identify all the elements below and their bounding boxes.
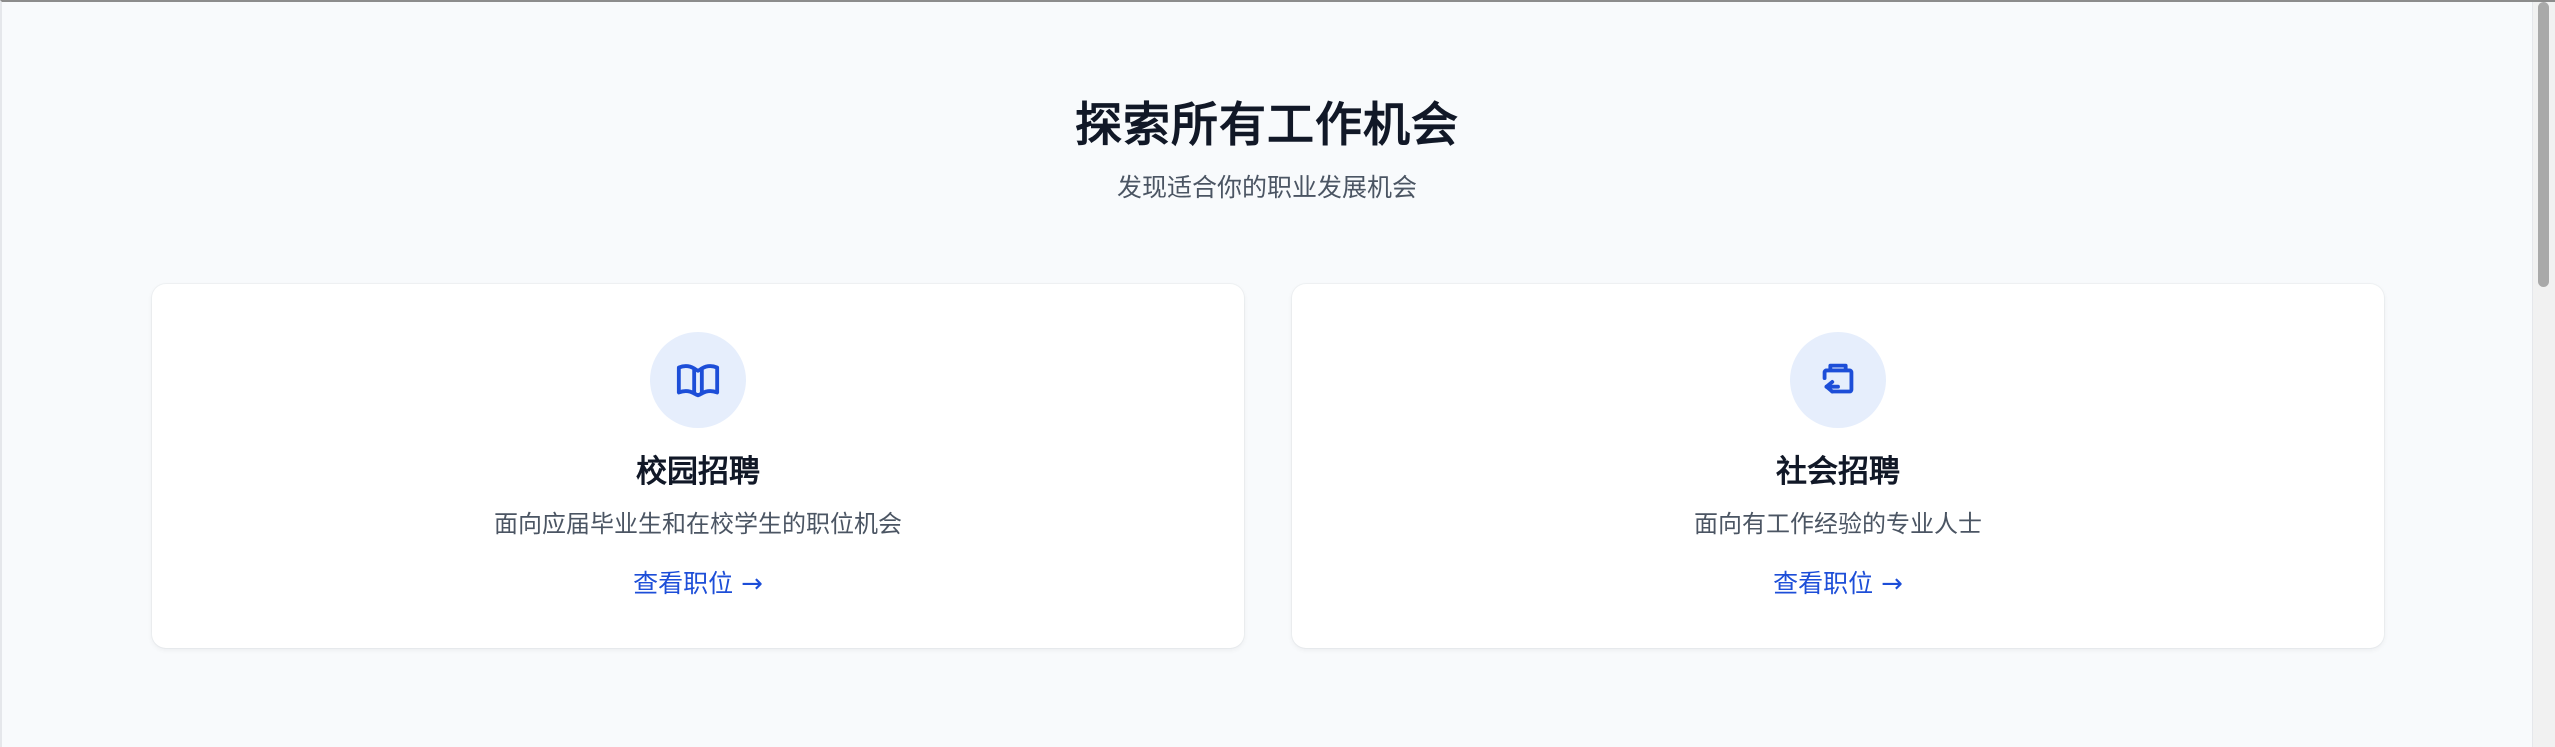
campus-icon-badge [650,332,746,428]
social-recruitment-card[interactable]: 社会招聘 面向有工作经验的专业人士 查看职位 → [1292,284,2384,648]
section-subtitle: 发现适合你的职业发展机会 [1116,173,1417,202]
card-description: 面向有工作经验的专业人士 [1694,510,1982,538]
link-label: 查看职位 [633,569,734,598]
book-icon [676,364,720,398]
card-description: 面向应届毕业生和在校学生的职位机会 [494,510,902,538]
arrow-right-icon: → [1881,569,1903,599]
card-title: 校园招聘 [636,454,760,490]
campus-recruitment-card[interactable]: 校园招聘 面向应届毕业生和在校学生的职位机会 查看职位 → [152,284,1244,648]
section-title: 探索所有工作机会 [1075,98,1459,153]
arrow-right-icon: → [741,569,763,599]
briefcase-icon [1822,363,1854,394]
view-campus-jobs-link[interactable]: 查看职位 → [152,564,1244,604]
card-title: 社会招聘 [1776,454,1900,490]
section-header: 探索所有工作机会 发现适合你的职业发展机会 [2,94,2532,206]
view-social-jobs-link[interactable]: 查看职位 → [1292,564,2384,604]
page: 探索所有工作机会 发现适合你的职业发展机会 校园招聘 面向应届毕业生和在校学生的… [0,0,2555,747]
scrollbar-thumb[interactable] [2538,2,2549,287]
link-label: 查看职位 [1773,569,1874,598]
social-icon-badge [1790,332,1886,428]
vertical-scrollbar[interactable] [2532,2,2555,747]
